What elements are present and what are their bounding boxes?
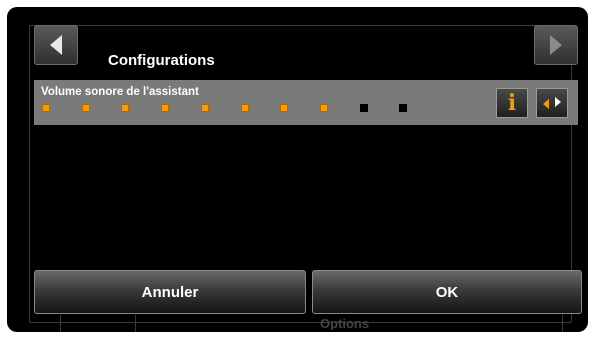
volume-step-on xyxy=(201,104,209,112)
volume-step-on xyxy=(42,104,50,112)
adjust-value-button[interactable] xyxy=(536,88,568,118)
info-icon: i xyxy=(507,90,517,116)
background-options-label: Options xyxy=(320,316,370,330)
volume-step-off xyxy=(360,104,368,112)
next-page-button[interactable] xyxy=(534,25,578,65)
volume-step-on xyxy=(241,104,249,112)
left-right-arrows-icon xyxy=(543,97,561,109)
volume-step-on xyxy=(121,104,129,112)
background-divider xyxy=(562,315,563,332)
volume-step-on xyxy=(280,104,288,112)
volume-step-on xyxy=(320,104,328,112)
left-arrow-icon xyxy=(50,35,62,55)
setting-label: Volume sonore de l'assistant xyxy=(41,86,199,98)
volume-setting-row[interactable]: Volume sonore de l'assistant i xyxy=(34,80,578,125)
volume-step-on xyxy=(82,104,90,112)
right-arrow-icon xyxy=(550,35,562,55)
previous-page-button[interactable] xyxy=(34,25,78,65)
background-divider xyxy=(135,315,136,332)
info-button[interactable]: i xyxy=(496,88,528,118)
background-divider xyxy=(60,315,61,332)
volume-step-on xyxy=(161,104,169,112)
page-title: Configurations xyxy=(108,52,215,69)
cancel-button[interactable]: Annuler xyxy=(34,270,306,314)
ok-button[interactable]: OK xyxy=(312,270,582,314)
volume-step-off xyxy=(399,104,407,112)
device-screen: Options Configurations Volume sonore de … xyxy=(7,7,588,332)
